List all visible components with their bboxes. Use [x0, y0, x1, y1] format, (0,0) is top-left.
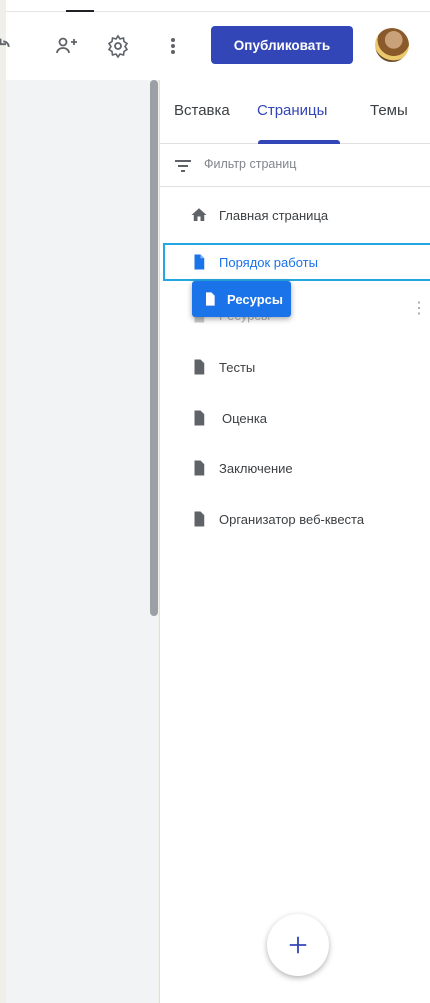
page-icon: [206, 292, 215, 306]
page-item-organizer[interactable]: Организатор веб-квеста: [160, 500, 430, 538]
page-icon: [194, 359, 205, 375]
more-vert-icon[interactable]: [159, 32, 187, 60]
page-icon: [194, 410, 205, 426]
page-item-home[interactable]: Главная страница: [160, 196, 430, 234]
toolbar: Опубликовать: [0, 12, 430, 80]
tab-themes[interactable]: Темы: [370, 102, 408, 119]
pages-panel: Вставка Страницы Темы Фильтр страниц Гла…: [159, 80, 430, 1003]
share-icon[interactable]: [52, 32, 80, 60]
page-item-tests[interactable]: Тесты: [160, 348, 430, 386]
page-item-workflow[interactable]: Порядок работы: [163, 243, 430, 281]
page-label: Организатор веб-квеста: [219, 512, 365, 527]
avatar[interactable]: [375, 28, 409, 62]
page-label: Порядок работы: [219, 255, 318, 270]
home-icon: [191, 208, 207, 221]
scrollbar[interactable]: [150, 80, 158, 616]
redo-icon[interactable]: [0, 32, 20, 60]
add-page-button[interactable]: [267, 914, 329, 976]
plus-icon: [289, 936, 307, 954]
panel-tabs: Вставка Страницы Темы: [160, 80, 430, 144]
page-label: Заключение: [219, 461, 293, 476]
page-label: Тесты: [219, 360, 256, 375]
publish-button[interactable]: Опубликовать: [211, 26, 353, 64]
filter-input[interactable]: Фильтр страниц: [204, 157, 296, 171]
page-label: Оценка: [222, 411, 268, 426]
tab-insert[interactable]: Вставка: [174, 102, 230, 119]
page-icon: [194, 460, 205, 476]
page-icon: [194, 511, 205, 527]
page-label: Главная страница: [219, 208, 329, 223]
filter-icon: [175, 160, 191, 172]
more-vert-icon[interactable]: ⋮: [411, 301, 427, 317]
page-icon: [194, 254, 205, 270]
dragging-page-label: Ресурсы: [227, 292, 283, 307]
page-filter[interactable]: Фильтр страниц: [160, 144, 430, 187]
top-strip: [6, 0, 430, 12]
tab-pages[interactable]: Страницы: [257, 102, 327, 119]
canvas-area: [6, 80, 158, 1003]
page-item-grade[interactable]: Оценка: [160, 399, 430, 437]
dragging-page-chip[interactable]: Ресурсы: [192, 281, 291, 317]
settings-icon[interactable]: [104, 32, 132, 60]
page-item-conclusion[interactable]: Заключение: [160, 449, 430, 487]
